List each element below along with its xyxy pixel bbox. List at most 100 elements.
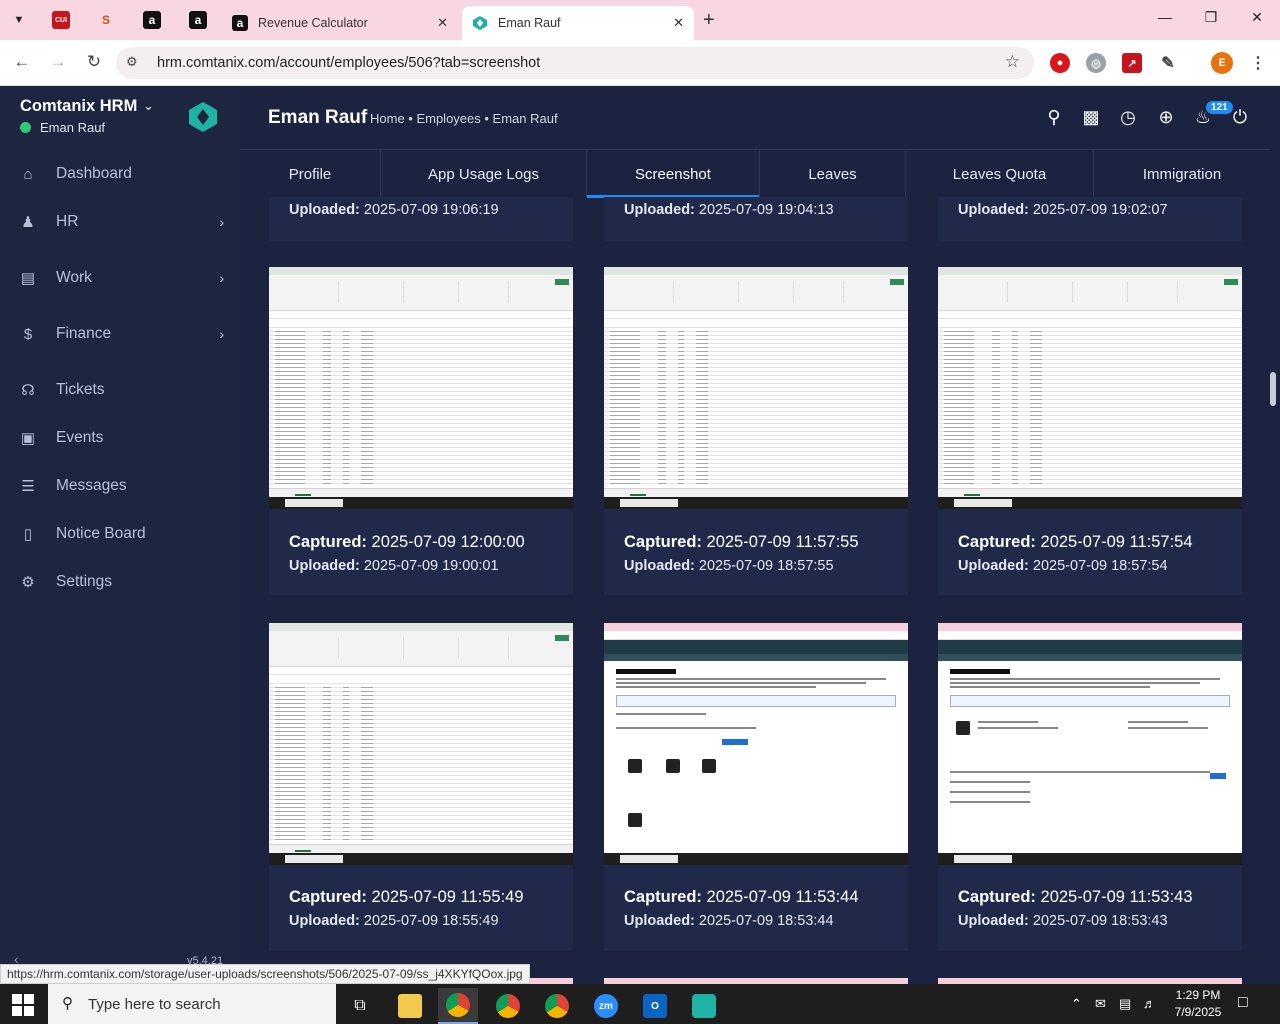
screenshot-card: Captured: 2025-07-09 11:57:55 Uploaded: … [604, 267, 908, 595]
pinned-tab-scribble-icon[interactable]: S [97, 11, 115, 29]
task-view-icon[interactable]: ⧉ [340, 988, 380, 1024]
add-circle-icon[interactable]: ⊕ [1154, 107, 1178, 128]
uploaded-text: Uploaded: 2025-07-09 19:00:01 [289, 558, 499, 574]
screenshot-card: Uploaded: 2025-07-09 19:02:07 [938, 197, 1242, 241]
headset-icon: ☊ [21, 382, 35, 399]
tab-eman-rauf[interactable]: Eman Rauf ✕ [462, 6, 694, 40]
captured-text: Captured: 2025-07-09 12:00:00 [289, 533, 525, 551]
forward-icon[interactable]: → [46, 52, 70, 72]
pinned-tab-amazon-icon[interactable]: a [189, 11, 207, 29]
uploaded-text: Uploaded: 2025-07-09 18:57:55 [624, 558, 834, 574]
chrome-profile-icon[interactable] [537, 988, 577, 1024]
chevron-right-icon: › [219, 214, 224, 230]
extension-globe-icon[interactable]: ◎ [1086, 53, 1106, 73]
volume-icon[interactable]: ♬ [1143, 996, 1156, 1011]
meet-now-icon[interactable]: ✉ [1095, 996, 1106, 1012]
tab-search-chevron-icon[interactable]: ▼ [8, 9, 30, 31]
back-icon[interactable]: ← [10, 52, 34, 72]
briefcase-icon: ▤ [20, 270, 36, 287]
home-icon: ⌂ [23, 165, 33, 183]
site-info-icon[interactable]: ⚙ [126, 54, 138, 70]
tab-title: Revenue Calculator [258, 16, 368, 30]
screenshot-thumbnail[interactable] [269, 267, 573, 509]
sidebar-item-events[interactable]: ▣ Events [0, 420, 240, 456]
new-tab-icon[interactable]: + [703, 9, 715, 32]
current-user-name: Eman Rauf [40, 120, 106, 135]
screenshot-thumbnail[interactable] [604, 267, 908, 509]
network-icon[interactable]: ▤ [1119, 996, 1131, 1012]
close-tab-icon[interactable]: ✕ [673, 15, 684, 31]
captured-text: Captured: 2025-07-09 11:57:55 [624, 533, 859, 551]
calendar-icon: ▣ [20, 430, 36, 447]
page-title: Eman Rauf [268, 107, 368, 128]
screenshot-card: Captured: 2025-07-09 12:00:00 Uploaded: … [269, 267, 573, 595]
comtanix-app-icon[interactable] [684, 988, 724, 1024]
link-status-bar: https://hrm.comtanix.com/storage/user-up… [0, 964, 530, 984]
screenshot-thumbnail[interactable] [938, 267, 1242, 509]
file-explorer-icon[interactable] [390, 988, 430, 1024]
taskbar-search[interactable]: ⚲ Type here to search [48, 984, 336, 1024]
address-bar[interactable]: ⚙ hrm.comtanix.com/account/employees/506… [116, 47, 1034, 79]
search-icon[interactable]: ⚲ [1042, 107, 1066, 128]
restore-icon[interactable]: ❐ [1196, 9, 1226, 26]
sidebar-item-dashboard[interactable]: ⌂ Dashboard [0, 156, 240, 192]
brand-name[interactable]: Comtanix HRM [20, 97, 137, 116]
sidebar-item-messages[interactable]: ☰ Messages [0, 468, 240, 504]
sidebar: Comtanix HRM ⌄ Eman Rauf ⌂ Dashboard ♟ H… [0, 87, 240, 984]
uploaded-text: Uploaded: 2025-07-09 18:57:54 [958, 558, 1168, 574]
uploaded-text: Uploaded: 2025-07-09 19:04:13 [624, 202, 834, 218]
tab-profile[interactable]: Profile [240, 150, 381, 198]
chevron-right-icon: › [219, 270, 224, 286]
zoom-icon[interactable]: zm [586, 988, 626, 1024]
message-icon: ☰ [21, 478, 35, 495]
sidebar-item-notice-board[interactable]: ▯ Notice Board [0, 516, 240, 552]
screenshot-card: Uploaded: 2025-07-09 19:06:19 [269, 197, 573, 241]
close-tab-icon[interactable]: ✕ [437, 15, 448, 31]
sticky-note-icon[interactable]: ▩ [1079, 107, 1103, 128]
extension-pdf-icon[interactable]: ↗ [1122, 53, 1142, 73]
extensions-puzzle-icon[interactable]: ✎ [1158, 53, 1178, 73]
screenshot-thumbnail[interactable] [269, 623, 573, 865]
screenshot-card: Captured: 2025-07-09 11:53:44 Uploaded: … [604, 623, 908, 951]
screenshot-thumbnail[interactable] [938, 623, 1242, 865]
breadcrumb[interactable]: Home • Employees • Eman Rauf [370, 111, 558, 126]
tab-leaves-quota[interactable]: Leaves Quota [906, 150, 1094, 198]
tab-immigration[interactable]: Immigration [1094, 150, 1270, 198]
tab-title: Eman Rauf [498, 16, 561, 30]
taskbar: ⚲ Type here to search ⧉ zm O ⌃ ✉ ▤ ♬ 1:2… [0, 984, 1280, 1024]
show-hidden-icons-icon[interactable]: ⌃ [1071, 996, 1082, 1012]
sidebar-item-hr[interactable]: ♟ HR › [0, 204, 240, 240]
sidebar-item-work[interactable]: ▤ Work › [0, 260, 240, 296]
pinned-tab-amazon-icon[interactable]: a [143, 11, 161, 29]
reload-icon[interactable]: ↻ [82, 52, 106, 72]
extension-stop-icon[interactable]: ● [1050, 53, 1070, 73]
power-icon[interactable]: ⏻ [1228, 107, 1252, 128]
browser-menu-icon[interactable]: ⋮ [1248, 53, 1268, 73]
minimize-icon[interactable]: — [1150, 9, 1180, 25]
tab-leaves[interactable]: Leaves [760, 150, 906, 198]
tab-revenue-calculator[interactable]: a Revenue Calculator ✕ [222, 6, 458, 40]
tab-app-usage-logs[interactable]: App Usage Logs [381, 150, 587, 198]
pinned-tab-red-app-icon[interactable]: CUI [52, 11, 70, 29]
window-close-icon[interactable]: ✕ [1242, 9, 1272, 26]
system-clock[interactable]: 1:29 PM 7/9/2025 [1170, 987, 1226, 1021]
sidebar-item-settings[interactable]: ⚙ Settings [0, 564, 240, 600]
chrome-icon[interactable] [438, 988, 478, 1024]
chrome-profile-icon[interactable] [488, 988, 528, 1024]
bookmark-star-icon[interactable]: ☆ [1005, 52, 1020, 72]
browser-tab-strip: ▼ CUI S a a a Revenue Calculator ✕ Eman … [0, 0, 1280, 40]
comtanix-logo [189, 102, 217, 132]
outlook-icon[interactable]: O [635, 988, 675, 1024]
profile-avatar[interactable]: E [1211, 52, 1233, 74]
clock-icon[interactable]: ◷ [1116, 107, 1140, 128]
page-scrollbar[interactable] [1270, 372, 1276, 406]
screenshot-thumbnail[interactable] [604, 623, 908, 865]
captured-text: Captured: 2025-07-09 11:53:44 [624, 888, 859, 906]
windows-start-icon[interactable] [12, 994, 34, 1016]
sidebar-item-finance[interactable]: $ Finance › [0, 316, 240, 352]
tab-screenshot[interactable]: Screenshot [587, 150, 760, 198]
current-user: Eman Rauf [20, 120, 105, 135]
notifications-icon[interactable]: □ [1238, 994, 1248, 1012]
sidebar-item-tickets[interactable]: ☊ Tickets [0, 372, 240, 408]
chevron-down-icon[interactable]: ⌄ [143, 98, 154, 114]
